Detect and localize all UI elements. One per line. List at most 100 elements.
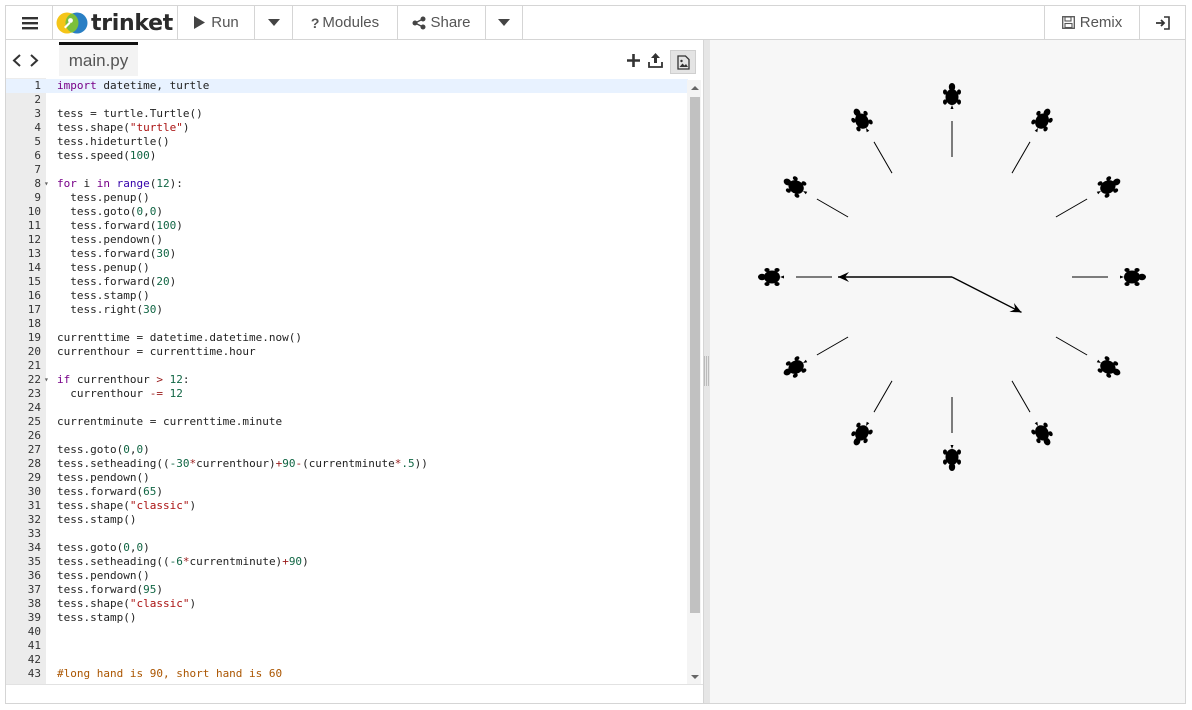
code-line[interactable]: 10 tess.goto(0,0) [6, 205, 688, 219]
code-line[interactable]: 16 tess.stamp() [6, 289, 688, 303]
code-line[interactable]: 14 tess.penup() [6, 261, 688, 275]
run-button[interactable]: Run [178, 6, 254, 39]
code-line[interactable]: 7 [6, 163, 688, 177]
drag-handle-icon[interactable] [704, 356, 709, 386]
code-line[interactable]: 30 tess.forward(65) [6, 485, 688, 499]
code-line[interactable]: 13 tess.forward(30) [6, 247, 688, 261]
code-line[interactable]: 39 tess.stamp() [6, 611, 688, 625]
code-line[interactable]: 19 currenttime = datetime.datetime.now() [6, 331, 688, 345]
code-line[interactable]: 27 tess.goto(0,0) [6, 443, 688, 457]
code-line[interactable]: 29 tess.pendown() [6, 471, 688, 485]
line-number: 31 [27, 499, 41, 512]
modules-button[interactable]: ? Modules [293, 6, 397, 39]
code-area[interactable]: 1 import datetime, turtle 2 3 tess = turtle.… [6, 78, 688, 684]
line-number: 4 [34, 121, 41, 134]
clock-tick [816, 198, 849, 218]
code-token: tess.speed( [57, 149, 130, 162]
code-line[interactable]: 40 [6, 625, 688, 639]
code-line[interactable]: 38 tess.shape("classic") [6, 597, 688, 611]
code-line[interactable]: 15 tess.forward(20) [6, 275, 688, 289]
code-line[interactable]: 31 tess.shape("classic") [6, 499, 688, 513]
code-line[interactable]: 32 tess.stamp() [6, 513, 688, 527]
code-token: 20 [156, 275, 170, 288]
code-text: if currenthour > 12: [57, 373, 189, 387]
code-line[interactable]: 17 tess.right(30) [6, 303, 688, 317]
turtle-stamp [783, 356, 808, 378]
clock-tick [1055, 198, 1088, 218]
code-line[interactable]: 4 tess.shape("turtle") [6, 121, 688, 135]
code-line[interactable]: 6 tess.speed(100) [6, 149, 688, 163]
image-library-button[interactable] [670, 50, 696, 74]
code-line[interactable]: 20 currenthour = currenttime.hour [6, 345, 688, 359]
code-token: , [143, 205, 150, 218]
code-line[interactable]: 8 ▾ for i in range(12): [6, 177, 688, 191]
share-options-dropdown[interactable] [486, 6, 522, 39]
line-number: 42 [27, 653, 41, 666]
line-number: 24 [27, 401, 41, 414]
code-line[interactable]: 41 [6, 639, 688, 653]
line-number: 22 [27, 373, 41, 386]
share-button[interactable]: Share [398, 6, 485, 39]
code-line[interactable]: 1 import datetime, turtle [6, 79, 688, 93]
code-line[interactable]: 43 #long hand is 90, short hand is 60 [6, 667, 688, 681]
sign-in-button[interactable] [1140, 6, 1185, 39]
line-number: 7 [34, 163, 41, 176]
code-editor-pane: main.py 1 import datetime, turtle 2 3 tess =… [6, 40, 703, 703]
code-line[interactable]: 26 [6, 429, 688, 443]
code-text: tess.setheading((-6*currentminute)+90) [57, 555, 309, 569]
scroll-down-arrow-icon[interactable] [690, 674, 700, 680]
code-token: tess.pendown() [57, 569, 150, 582]
editor-scrollbar-thumb[interactable] [690, 97, 700, 613]
chevron-left-icon[interactable] [12, 54, 22, 67]
code-text: tess.stamp() [57, 611, 136, 625]
code-token: datetime, turtle [96, 79, 210, 92]
line-number: 15 [27, 275, 41, 288]
code-line[interactable]: 12 tess.pendown() [6, 233, 688, 247]
code-text: for i in range(12): [57, 177, 183, 191]
code-text: tess.shape("turtle") [57, 121, 189, 135]
code-token: ) [143, 541, 150, 554]
code-line[interactable]: 24 [6, 401, 688, 415]
turtle-leg [764, 282, 770, 286]
code-line[interactable]: 18 [6, 317, 688, 331]
code-text: tess.speed(100) [57, 149, 156, 163]
code-line[interactable]: 37 tess.forward(95) [6, 583, 688, 597]
code-token: tess.setheading(( [57, 555, 170, 568]
turtle-tail [950, 445, 954, 449]
chevron-right-icon[interactable] [29, 54, 39, 67]
run-options-dropdown[interactable] [255, 6, 292, 39]
trinket-logo[interactable]: trinket [56, 9, 173, 37]
code-line[interactable]: 34 tess.goto(0,0) [6, 541, 688, 555]
code-line[interactable]: 5 tess.hideturtle() [6, 135, 688, 149]
code-line[interactable]: 28 tess.setheading((-30*currenthour)+90-(… [6, 457, 688, 471]
fold-arrow-icon[interactable]: ▾ [44, 177, 49, 191]
code-line[interactable]: 22 ▾ if currenthour > 12: [6, 373, 688, 387]
fold-arrow-icon[interactable]: ▾ [44, 373, 49, 387]
code-text: tess.pendown() [57, 233, 163, 247]
line-number: 35 [27, 555, 41, 568]
code-line[interactable]: 9 tess.penup() [6, 191, 688, 205]
code-token: 90 [282, 457, 296, 470]
code-line[interactable]: 2 [6, 93, 688, 107]
code-line[interactable]: 42 [6, 653, 688, 667]
remix-button[interactable]: Remix [1045, 6, 1139, 39]
turtle-leg [943, 89, 947, 95]
code-line[interactable]: 3 tess = turtle.Turtle() [6, 107, 688, 121]
code-line[interactable]: 25 currentminute = currenttime.minute [6, 415, 688, 429]
code-line[interactable]: 36 tess.pendown() [6, 569, 688, 583]
scroll-up-arrow-icon[interactable] [690, 85, 700, 91]
code-line[interactable]: 11 tess.forward(100) [6, 219, 688, 233]
code-token: ) [149, 149, 157, 162]
code-line[interactable]: 21 [6, 359, 688, 373]
line-number: 5 [34, 135, 41, 148]
code-line[interactable]: 35 tess.setheading((-6*currentminute)+90) [6, 555, 688, 569]
code-token: 30 [156, 247, 170, 260]
code-line[interactable]: 33 [6, 527, 688, 541]
code-token: range [116, 177, 150, 190]
file-tab-main-py[interactable]: main.py [59, 42, 138, 76]
add-file-icon[interactable] [627, 54, 640, 67]
menu-hamburger-button[interactable] [14, 6, 46, 39]
turtle-canvas[interactable] [710, 40, 1186, 704]
upload-icon[interactable] [648, 52, 663, 68]
code-line[interactable]: 23 currenthour -= 12 [6, 387, 688, 401]
